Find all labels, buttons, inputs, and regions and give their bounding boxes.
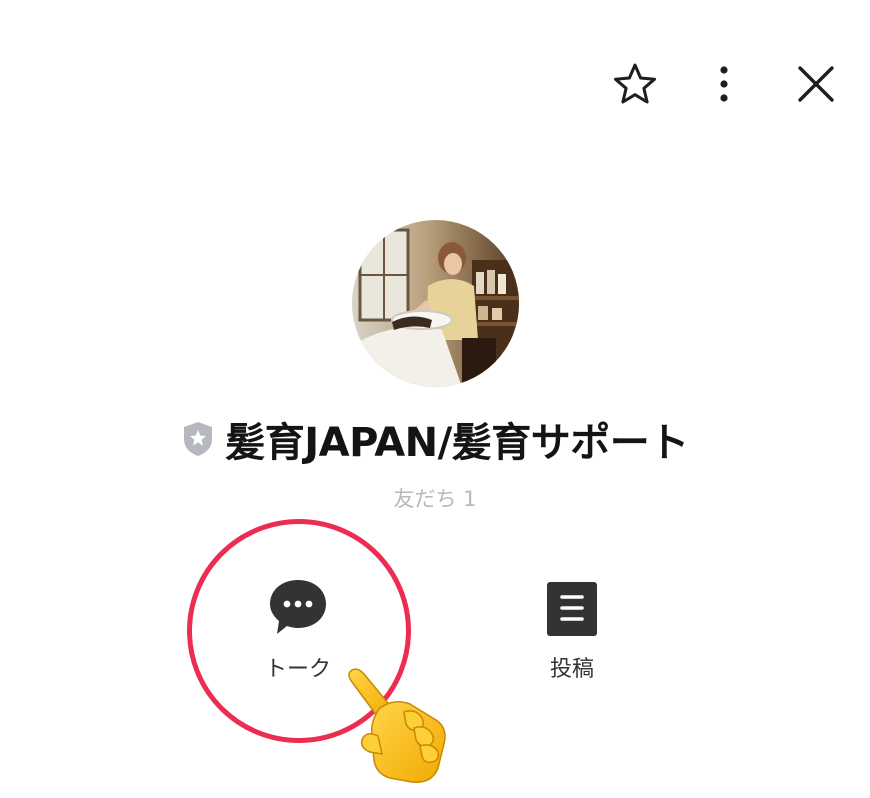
profile-photo [352,220,519,387]
shield-star-icon [184,422,213,456]
talk-button[interactable]: トーク [228,575,368,683]
friends-count[interactable]: 友だち 1 [0,483,870,513]
account-name-row: 髪育JAPAN/髪育サポート [0,410,870,468]
talk-label: トーク [264,657,331,682]
more-vertical-icon [720,66,728,102]
more-options-button[interactable] [698,58,750,110]
post-button[interactable]: 投稿 [502,575,642,683]
close-icon [798,66,834,102]
post-icon [547,582,597,636]
post-label: 投稿 [549,657,594,682]
pointing-hand-emoji [348,668,446,783]
chat-bubble-icon [270,580,326,634]
close-button[interactable] [790,58,842,110]
account-name: 髪育JAPAN/髪育サポート [225,420,689,466]
star-icon [614,63,656,104]
profile-avatar[interactable] [352,220,519,387]
favorite-star-button[interactable] [609,58,661,110]
